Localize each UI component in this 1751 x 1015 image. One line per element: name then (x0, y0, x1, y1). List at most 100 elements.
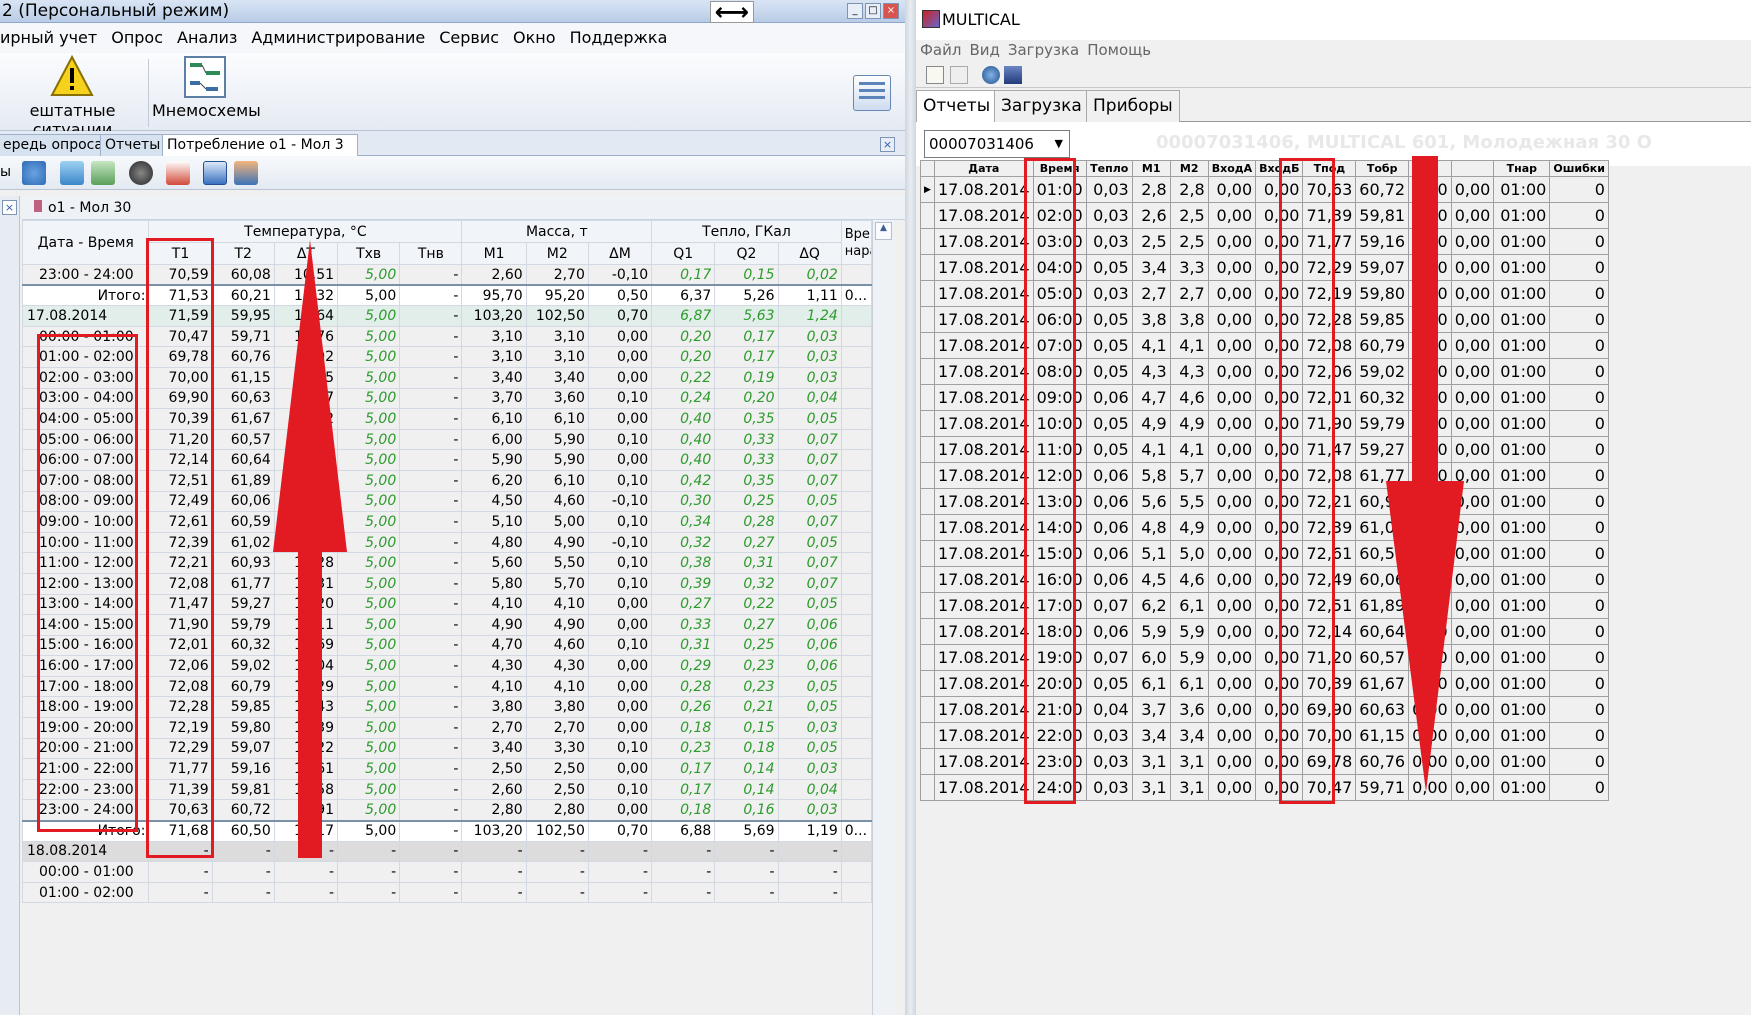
window-divider[interactable] (905, 0, 916, 1015)
tab-otchety[interactable]: Отчеты (916, 90, 998, 122)
tab-queue[interactable]: ередь опроса (0, 134, 108, 156)
col-date-time[interactable]: Дата - Время (21, 220, 150, 265)
row-indicator[interactable] (920, 592, 935, 619)
tab-consumption[interactable]: Потребление о1 - Мол 3 × (162, 134, 358, 173)
row-indicator[interactable] (920, 488, 935, 515)
left-vertical-scrollbar[interactable]: ▲ (872, 220, 894, 1015)
maximize-icon[interactable]: □ (865, 3, 881, 19)
right-menu-item-1[interactable]: Вид (969, 40, 999, 60)
table-row[interactable]: 00:00 - 01:00- - - - - - - - - - - (21, 861, 873, 883)
col-header-8[interactable]: Q1 (651, 242, 716, 265)
color-drop-icon[interactable] (129, 161, 153, 185)
menu-item-2[interactable]: Анализ (177, 23, 237, 53)
row-indicator[interactable] (920, 228, 935, 255)
cell: 0,18 (651, 717, 716, 739)
menu-item-6[interactable]: Поддержка (570, 23, 668, 53)
extra-cell (840, 614, 873, 636)
minimize-icon[interactable]: _ (847, 3, 863, 19)
menu-item-4[interactable]: Сервис (439, 23, 499, 53)
right-col-header-5[interactable]: ВходА (1207, 160, 1257, 177)
close-icon[interactable]: × (883, 3, 899, 19)
cell: 0,20 (651, 346, 716, 368)
right-menu-item-3[interactable]: Помощь (1087, 40, 1151, 60)
row-indicator[interactable] (920, 644, 935, 671)
menu-item-3[interactable]: Администрирование (251, 23, 425, 53)
row-indicator[interactable]: ▶ (920, 176, 935, 203)
tab-pribory[interactable]: Приборы (1086, 90, 1180, 122)
col-header-5[interactable]: M1 (461, 242, 527, 265)
col-header-6[interactable]: M2 (525, 242, 589, 265)
right-col-header-2[interactable]: Тепло (1085, 160, 1133, 177)
row-indicator[interactable] (920, 722, 935, 749)
right-menu-item-2[interactable]: Загрузка (1008, 40, 1079, 60)
row-indicator[interactable] (920, 748, 935, 775)
table-row[interactable]: 01:00 - 02:00- - - - - - - - - - - (21, 881, 873, 904)
row-indicator[interactable] (920, 254, 935, 281)
row-indicator[interactable] (920, 358, 935, 385)
row-indicator[interactable] (920, 670, 935, 697)
cell: - (777, 861, 842, 883)
row-indicator[interactable] (920, 462, 935, 489)
row-indicator[interactable] (920, 410, 935, 437)
col-header-1[interactable]: T2 (211, 242, 275, 265)
table-export-icon[interactable] (234, 161, 258, 185)
row-indicator[interactable] (920, 774, 935, 801)
cell: 0,16 (714, 799, 779, 822)
right-col-header-3[interactable]: M1 (1131, 160, 1171, 177)
cell: 0,00 (1207, 540, 1257, 567)
row-indicator[interactable] (920, 566, 935, 593)
cell: 0,39 (651, 572, 716, 595)
col-header-4[interactable]: Tнв (399, 242, 463, 265)
right-col-header-4[interactable]: M2 (1169, 160, 1209, 177)
cell: - (399, 305, 463, 327)
refresh-icon[interactable] (22, 161, 46, 185)
cell: 60,93 (211, 552, 275, 574)
row-indicator[interactable] (920, 436, 935, 463)
mnemo-button[interactable]: Мнемосхемы (152, 55, 261, 120)
cell: 0,00 (587, 655, 653, 677)
row-indicator[interactable] (920, 540, 935, 567)
cell: 4,1 (1169, 332, 1209, 359)
row-indicator[interactable] (920, 202, 935, 229)
table-view-icon[interactable] (203, 161, 227, 185)
right-menu-item-0[interactable]: Файл (920, 40, 961, 60)
row-indicator[interactable] (920, 514, 935, 541)
row-indicator[interactable] (920, 618, 935, 645)
collapse-icon[interactable]: × (2, 200, 17, 215)
left-window-controls: _ □ × (847, 3, 899, 19)
edit-icon[interactable] (166, 161, 190, 185)
menu-item-5[interactable]: Окно (513, 23, 556, 53)
device-select[interactable]: 00007031406 ▼ (924, 130, 1070, 158)
menu-item-1[interactable]: Опрос (111, 23, 163, 53)
resize-arrows-icon[interactable]: ⟷ (710, 0, 754, 24)
chart-icon[interactable] (91, 161, 115, 185)
cell: 0,10 (587, 572, 653, 595)
cell: 01:00 (1493, 202, 1551, 229)
tree-icon[interactable] (926, 66, 944, 84)
tab-zagruzka[interactable]: Загрузка (994, 90, 1089, 122)
right-col-header-11[interactable]: Тнар (1493, 160, 1551, 177)
row-indicator[interactable] (920, 332, 935, 359)
panel-close-icon[interactable]: × (880, 137, 895, 152)
cell: 2,70 (525, 264, 589, 286)
right-col-header-12[interactable]: Ошибки (1549, 160, 1609, 177)
menu-item-0[interactable]: ирный учет (0, 23, 97, 53)
row-indicator[interactable] (920, 384, 935, 411)
situations-button[interactable]: ештатные ситуации (0, 55, 145, 139)
col-header-7[interactable]: ΔM (587, 242, 653, 265)
right-col-header-0[interactable]: Дата (934, 160, 1034, 177)
print-icon[interactable] (1004, 66, 1022, 84)
layout-grid-icon[interactable] (853, 75, 891, 111)
cell: 0 (1549, 202, 1609, 229)
cell: 0,19 (714, 366, 779, 389)
row-indicator[interactable] (920, 306, 935, 333)
cell: 0,07 (777, 428, 842, 451)
home-icon[interactable] (60, 161, 84, 185)
search-icon[interactable] (982, 66, 1000, 84)
row-indicator[interactable] (920, 280, 935, 307)
document-icon[interactable] (950, 66, 968, 84)
col-header-9[interactable]: Q2 (714, 242, 779, 265)
tab-reports[interactable]: Отчеты (100, 134, 166, 156)
row-indicator[interactable] (920, 696, 935, 723)
col-header-10[interactable]: ΔQ (777, 242, 842, 265)
